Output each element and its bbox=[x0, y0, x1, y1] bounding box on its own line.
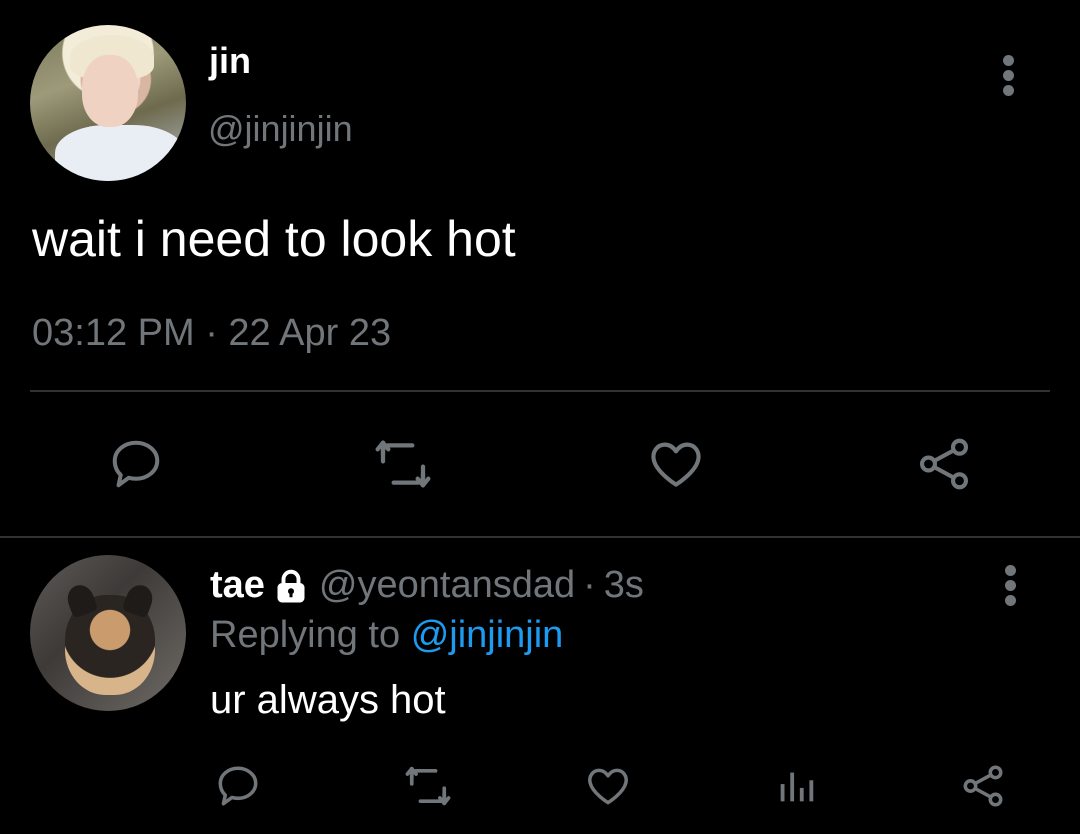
reply-reply-button[interactable] bbox=[210, 758, 266, 814]
reply-like-button[interactable] bbox=[580, 758, 636, 814]
like-icon bbox=[588, 768, 628, 805]
divider bbox=[0, 536, 1080, 538]
author-avatar[interactable] bbox=[30, 25, 186, 181]
replying-to-label: Replying to bbox=[210, 614, 401, 656]
tweet-text: wait i need to look hot bbox=[32, 211, 516, 267]
reply-share-button[interactable] bbox=[955, 758, 1011, 814]
divider bbox=[30, 390, 1050, 392]
retweet-icon bbox=[405, 766, 451, 806]
reply-analytics-button[interactable] bbox=[768, 758, 824, 814]
author-handle[interactable]: @jinjinjin bbox=[208, 108, 353, 150]
separator: · bbox=[583, 564, 596, 606]
reply-author-handle[interactable]: @yeontansdad bbox=[319, 564, 575, 607]
retweet-button[interactable] bbox=[367, 428, 439, 500]
replying-to: Replying to @jinjinjin bbox=[210, 614, 563, 657]
mention-link[interactable]: @jinjinjin bbox=[411, 614, 564, 656]
share-icon bbox=[919, 438, 969, 490]
like-icon bbox=[651, 442, 701, 487]
reply-retweet-button[interactable] bbox=[400, 758, 456, 814]
tweet-timestamp[interactable]: 03:12 PM · 22 Apr 23 bbox=[32, 312, 391, 355]
share-button[interactable] bbox=[908, 428, 980, 500]
lock-icon bbox=[277, 569, 305, 602]
reply-button[interactable] bbox=[100, 428, 172, 500]
reply-time[interactable]: 3s bbox=[604, 564, 644, 607]
more-options-icon[interactable] bbox=[1002, 565, 1018, 610]
share-icon bbox=[963, 765, 1003, 807]
retweet-icon bbox=[375, 440, 431, 488]
reply-author-name[interactable]: tae bbox=[210, 564, 265, 607]
avatar-shirt bbox=[55, 125, 185, 181]
reply-author-avatar[interactable] bbox=[30, 555, 186, 711]
reply-icon bbox=[112, 440, 160, 488]
reply-header: tae @yeontansdad · 3s bbox=[210, 564, 644, 607]
more-options-icon[interactable] bbox=[1000, 55, 1016, 100]
author-name[interactable]: jin bbox=[209, 40, 251, 82]
like-button[interactable] bbox=[640, 428, 712, 500]
avatar-face bbox=[82, 55, 138, 127]
reply-icon bbox=[218, 766, 258, 806]
analytics-icon bbox=[780, 772, 814, 802]
reply-text: ur always hot bbox=[210, 678, 446, 722]
